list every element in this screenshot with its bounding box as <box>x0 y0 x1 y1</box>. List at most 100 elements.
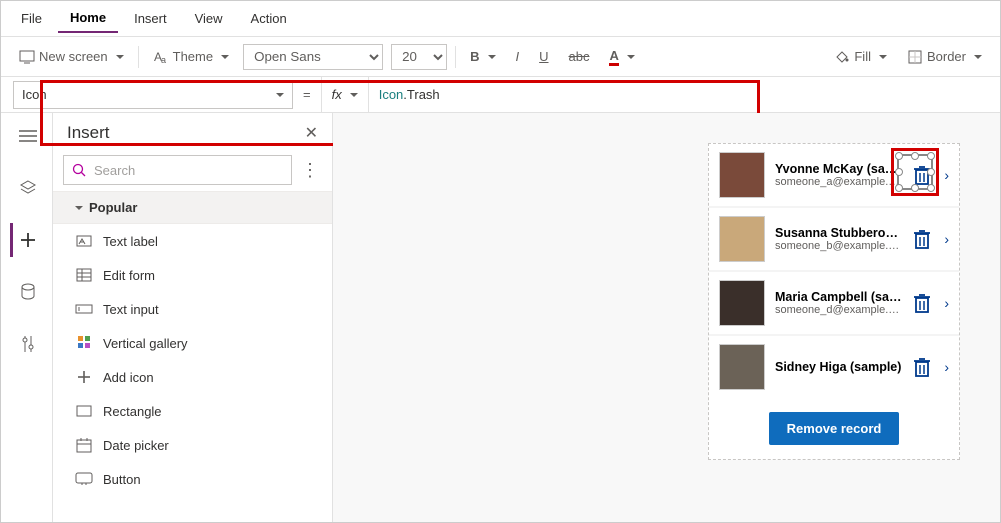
card-name: Maria Campbell (sample) <box>775 290 902 304</box>
rail-insert[interactable] <box>10 223 44 257</box>
selection-handle[interactable] <box>895 184 903 192</box>
insert-item-text-label[interactable]: Text label <box>53 224 332 258</box>
insert-item-date-picker[interactable]: Date picker <box>53 428 332 462</box>
menu-file[interactable]: File <box>9 5 54 32</box>
strike-button[interactable]: abc <box>563 45 596 68</box>
fill-label: Fill <box>854 49 871 64</box>
button-icon <box>75 470 93 488</box>
fx-label: fx <box>332 87 342 102</box>
divider <box>455 46 456 68</box>
formula-input[interactable]: Icon.Trash <box>369 87 1000 103</box>
avatar <box>719 344 765 390</box>
card-info: Sidney Higa (sample) <box>775 360 902 374</box>
menu-bar: File Home Insert View Action <box>1 1 1000 37</box>
rail-layers[interactable] <box>10 171 44 205</box>
underline-button[interactable]: U <box>533 45 554 68</box>
gallery-card[interactable]: Yvonne McKay (sample)someone_a@example.c… <box>709 144 959 208</box>
chevron-right-icon[interactable]: › <box>944 167 949 183</box>
chevron-down-icon <box>623 49 635 64</box>
main-area: Insert ✕ Search ⋮ Popular Text label Edit… <box>1 113 1000 522</box>
chevron-down-icon <box>970 49 982 64</box>
card-email: someone_a@example.com <box>775 176 902 188</box>
chevron-down-icon <box>217 49 229 64</box>
selection-handle[interactable] <box>927 184 935 192</box>
insert-item-label: Text input <box>103 302 159 317</box>
chevron-right-icon[interactable]: › <box>944 231 949 247</box>
rail-settings[interactable] <box>10 327 44 361</box>
insert-item-text-input[interactable]: Text input <box>53 292 332 326</box>
avatar <box>719 216 765 262</box>
add-icon-icon <box>75 368 93 386</box>
text-input-icon <box>75 300 93 318</box>
close-icon[interactable]: ✕ <box>305 123 318 143</box>
new-screen-label: New screen <box>39 49 108 64</box>
gallery-card[interactable]: Maria Campbell (sample)someone_d@example… <box>709 272 959 336</box>
fontcolor-button[interactable]: A <box>603 44 640 70</box>
insert-item-vertical-gallery[interactable]: Vertical gallery <box>53 326 332 360</box>
remove-record-button[interactable]: Remove record <box>769 412 900 445</box>
font-select[interactable]: Open Sans <box>243 44 383 70</box>
chevron-down-icon <box>346 87 358 102</box>
insert-item-label: Text label <box>103 234 158 249</box>
border-button[interactable]: Border <box>901 45 988 69</box>
search-icon <box>72 163 86 177</box>
selection-handle[interactable] <box>927 168 935 176</box>
gallery-card[interactable]: Susanna Stubberod (sample)someone_b@exam… <box>709 208 959 272</box>
screen-icon <box>19 49 35 65</box>
insert-item-label: Button <box>103 472 141 487</box>
menu-insert[interactable]: Insert <box>122 5 179 32</box>
fontsize-select[interactable]: 20 <box>391 44 447 70</box>
selection-handle[interactable] <box>895 152 903 160</box>
theme-button[interactable]: Aa Theme <box>147 45 235 69</box>
search-input[interactable]: Search <box>63 155 292 185</box>
svg-text:a: a <box>161 55 166 64</box>
chevron-down-icon <box>875 49 887 64</box>
insert-item-add-icon[interactable]: Add icon <box>53 360 332 394</box>
property-dropdown[interactable]: Icon <box>13 81 293 109</box>
chevron-right-icon[interactable]: › <box>944 295 949 311</box>
trash-icon[interactable] <box>912 292 934 314</box>
insert-item-rectangle[interactable]: Rectangle <box>53 394 332 428</box>
panel-title: Insert <box>67 123 110 143</box>
menu-action[interactable]: Action <box>239 5 299 32</box>
selection-handle[interactable] <box>927 152 935 160</box>
menu-view[interactable]: View <box>183 5 235 32</box>
new-screen-button[interactable]: New screen <box>13 45 130 69</box>
property-value: Icon <box>22 87 47 102</box>
border-label: Border <box>927 49 966 64</box>
avatar <box>719 152 765 198</box>
selection-handle[interactable] <box>895 168 903 176</box>
chevron-right-icon[interactable]: › <box>944 359 949 375</box>
trash-icon[interactable] <box>912 228 934 250</box>
italic-button[interactable]: I <box>510 45 526 68</box>
border-icon <box>907 49 923 65</box>
gallery-control[interactable]: Yvonne McKay (sample)someone_a@example.c… <box>708 143 960 460</box>
card-info: Maria Campbell (sample)someone_d@example… <box>775 290 902 316</box>
bold-button[interactable]: B <box>464 45 501 68</box>
menu-home[interactable]: Home <box>58 4 118 33</box>
more-button[interactable]: ⋮ <box>298 160 322 181</box>
insert-item-edit-form[interactable]: Edit form <box>53 258 332 292</box>
selection-handle[interactable] <box>911 184 919 192</box>
fx-button[interactable]: fx <box>321 77 369 112</box>
avatar <box>719 280 765 326</box>
selection-outline <box>897 154 933 190</box>
formula-namespace: Icon <box>379 87 404 102</box>
rail-tree[interactable] <box>10 119 44 153</box>
rail-data[interactable] <box>10 275 44 309</box>
insert-item-label: Date picker <box>103 438 169 453</box>
edit-form-icon <box>75 266 93 284</box>
insert-item-label: Rectangle <box>103 404 162 419</box>
insert-item-button[interactable]: Button <box>53 462 332 496</box>
insert-panel: Insert ✕ Search ⋮ Popular Text label Edit… <box>53 113 333 522</box>
gallery-card[interactable]: Sidney Higa (sample) › <box>709 336 959 398</box>
bucket-icon <box>834 49 850 65</box>
vertical-gallery-icon <box>75 334 93 352</box>
card-email: someone_d@example.com <box>775 304 902 316</box>
selection-handle[interactable] <box>911 152 919 160</box>
canvas[interactable]: Yvonne McKay (sample)someone_a@example.c… <box>333 113 1000 522</box>
insert-items: Text label Edit form Text input Vertical ga… <box>53 224 332 522</box>
category-popular[interactable]: Popular <box>53 191 332 224</box>
trash-icon[interactable] <box>912 356 934 378</box>
fill-button[interactable]: Fill <box>828 45 893 69</box>
